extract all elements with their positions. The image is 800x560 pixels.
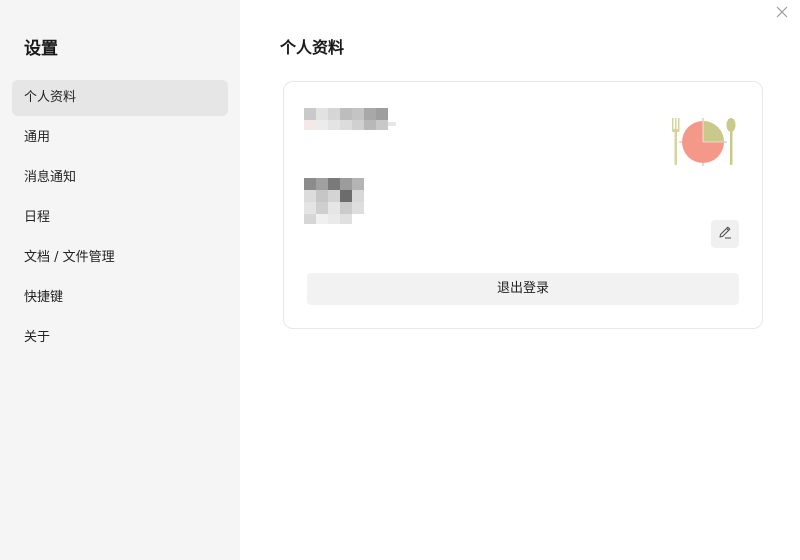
sidebar-item-shortcuts[interactable]: 快捷键	[12, 280, 228, 316]
page-title: 个人资料	[280, 38, 345, 57]
sidebar-item-about[interactable]: 关于	[12, 320, 228, 356]
sidebar-item-general[interactable]: 通用	[12, 120, 228, 156]
sidebar-title: 设置	[24, 39, 58, 59]
logout-button[interactable]: 退出登录	[307, 273, 739, 305]
sidebar-item-profile[interactable]: 个人资料	[12, 80, 228, 116]
redacted-user-info	[304, 178, 366, 226]
sidebar: 设置 个人资料 通用 消息通知 日程 文档 / 文件管理 快捷键 关于	[0, 0, 240, 560]
close-icon[interactable]	[774, 4, 790, 20]
profile-card: 退出登录	[283, 81, 763, 329]
edit-profile-button[interactable]	[711, 220, 739, 248]
redacted-username	[304, 108, 400, 134]
sidebar-nav: 个人资料 通用 消息通知 日程 文档 / 文件管理 快捷键 关于	[12, 80, 228, 360]
pencil-icon	[717, 224, 733, 244]
sidebar-item-notifications[interactable]: 消息通知	[12, 160, 228, 196]
sidebar-item-docs-files[interactable]: 文档 / 文件管理	[12, 240, 228, 276]
main-panel: 个人资料 退出登录	[240, 0, 800, 560]
sidebar-item-calendar[interactable]: 日程	[12, 200, 228, 236]
avatar[interactable]	[667, 112, 739, 174]
